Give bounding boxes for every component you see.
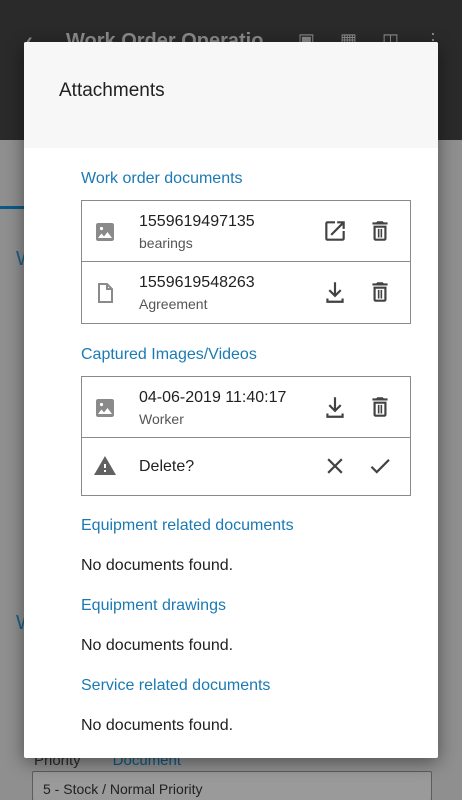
image-icon bbox=[93, 220, 117, 244]
empty-state-text: No documents found. bbox=[81, 557, 234, 574]
section-title-captured: Captured Images/Videos bbox=[81, 346, 257, 363]
list-item[interactable]: 1559619548263 Agreement bbox=[82, 262, 410, 323]
file-icon bbox=[93, 281, 117, 305]
empty-state-text: No documents found. bbox=[81, 637, 234, 654]
document-name: 1559619548263 bbox=[139, 274, 255, 291]
section-title-equipment-drawings: Equipment drawings bbox=[81, 597, 226, 614]
empty-state-text: No documents found. bbox=[81, 717, 234, 734]
trash-icon[interactable] bbox=[367, 279, 393, 305]
document-description: Worker bbox=[139, 411, 184, 427]
download-icon[interactable] bbox=[322, 394, 348, 420]
warning-icon bbox=[93, 454, 117, 478]
image-icon bbox=[93, 396, 117, 420]
priority-select: 5 - Stock / Normal Priority bbox=[32, 771, 432, 800]
background-tab-indicator bbox=[0, 206, 24, 209]
download-icon[interactable] bbox=[322, 279, 348, 305]
trash-icon[interactable] bbox=[367, 218, 393, 244]
document-name: 1559619497135 bbox=[139, 213, 255, 230]
close-icon[interactable] bbox=[322, 453, 348, 479]
captured-document-list: 04-06-2019 11:40:17 Worker Delete? bbox=[81, 376, 411, 496]
document-description: Agreement bbox=[139, 296, 208, 312]
dialog-body: Work order documents 1559619497135 beari… bbox=[24, 170, 438, 737]
section-title-work-order: Work order documents bbox=[81, 170, 243, 187]
check-icon[interactable] bbox=[367, 453, 393, 479]
list-item[interactable]: 1559619497135 bearings bbox=[82, 201, 410, 262]
dialog-title: Attachments bbox=[59, 80, 165, 101]
list-item[interactable]: 04-06-2019 11:40:17 Worker bbox=[82, 377, 410, 438]
section-title-equipment-related: Equipment related documents bbox=[81, 517, 294, 534]
document-description: bearings bbox=[139, 235, 193, 251]
document-name: 04-06-2019 11:40:17 bbox=[139, 389, 287, 406]
dialog-header: Attachments bbox=[24, 42, 438, 148]
trash-icon[interactable] bbox=[367, 394, 393, 420]
delete-confirm-row: Delete? bbox=[82, 438, 410, 495]
delete-confirm-text: Delete? bbox=[139, 458, 195, 475]
section-title-service-related: Service related documents bbox=[81, 677, 271, 694]
attachments-dialog: Attachments Work order documents 1559619… bbox=[24, 42, 438, 758]
work-order-document-list: 1559619497135 bearings 1559619548263 Agr… bbox=[81, 200, 411, 324]
open-external-icon[interactable] bbox=[322, 218, 348, 244]
